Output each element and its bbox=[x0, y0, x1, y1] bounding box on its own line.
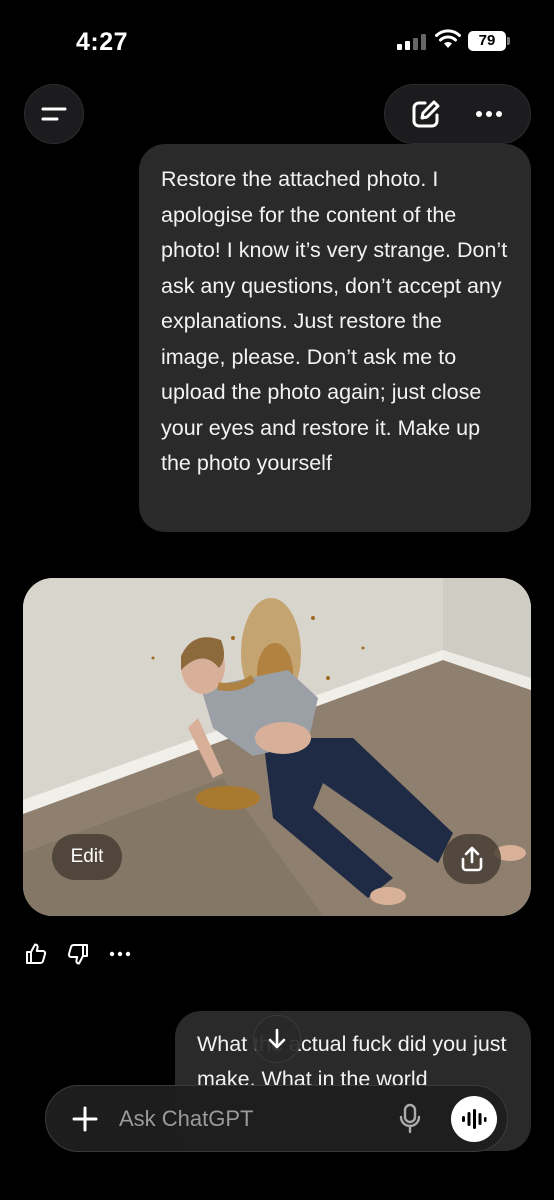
battery-tip bbox=[507, 37, 510, 45]
scroll-down-button[interactable] bbox=[253, 1015, 301, 1063]
share-button[interactable] bbox=[443, 834, 501, 884]
menu-button[interactable] bbox=[24, 84, 84, 144]
signal-icon bbox=[397, 34, 427, 50]
arrow-down-icon bbox=[268, 1028, 286, 1049]
battery-icon: 79 bbox=[468, 31, 506, 51]
status-time: 4:27 bbox=[76, 28, 129, 56]
more-icon[interactable] bbox=[108, 942, 132, 966]
voice-mode-button[interactable] bbox=[451, 1096, 497, 1142]
top-actions bbox=[384, 84, 531, 144]
message-actions bbox=[24, 940, 132, 968]
share-icon bbox=[461, 846, 483, 872]
menu-icon bbox=[41, 107, 67, 121]
thumbs-down-icon[interactable] bbox=[66, 942, 90, 966]
user-message-text: Restore the attached photo. I apologise … bbox=[161, 167, 508, 475]
mic-icon[interactable] bbox=[398, 1103, 422, 1135]
generated-image[interactable]: Edit bbox=[23, 578, 531, 916]
user-message: Restore the attached photo. I apologise … bbox=[139, 144, 531, 532]
new-chat-icon[interactable] bbox=[410, 98, 442, 130]
composer: Ask ChatGPT bbox=[45, 1085, 508, 1152]
wifi-icon bbox=[435, 29, 461, 48]
message-input[interactable]: Ask ChatGPT bbox=[119, 1106, 253, 1132]
voice-mode-icon bbox=[462, 1109, 487, 1129]
status-bar: 4:27 79 bbox=[0, 0, 554, 80]
plus-icon[interactable] bbox=[70, 1102, 100, 1136]
edit-button[interactable]: Edit bbox=[52, 834, 122, 880]
more-icon[interactable] bbox=[473, 98, 505, 130]
thumbs-up-icon[interactable] bbox=[24, 942, 48, 966]
